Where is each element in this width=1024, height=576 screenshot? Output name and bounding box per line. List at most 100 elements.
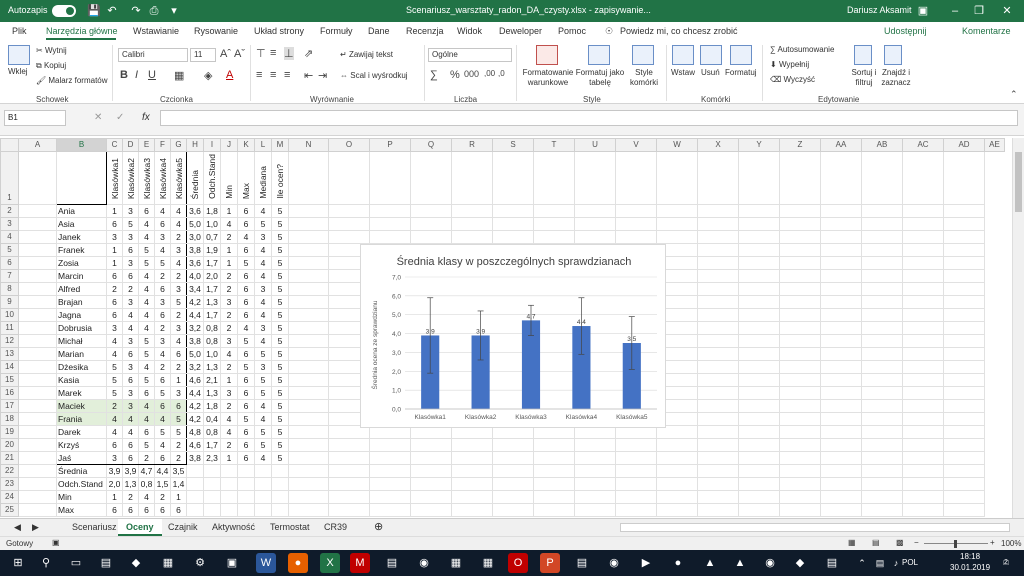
cell[interactable]: [779, 281, 821, 296]
sheet-tab-oceny[interactable]: Oceny: [118, 519, 162, 536]
cell[interactable]: [820, 281, 862, 296]
grade-cell[interactable]: 1: [106, 255, 123, 270]
cell[interactable]: [451, 476, 493, 491]
column-header[interactable]: K: [237, 138, 255, 152]
find-select-icon[interactable]: [884, 45, 902, 65]
column-label-cell[interactable]: Max: [237, 151, 255, 205]
grade-cell[interactable]: 5: [254, 346, 272, 361]
format-painter-button[interactable]: 🖌 Malarz formatów: [36, 76, 108, 85]
grade-cell[interactable]: 5: [138, 242, 155, 257]
grade-cell[interactable]: 5: [271, 385, 289, 400]
cell[interactable]: [369, 463, 411, 478]
search-icon[interactable]: ⚲: [36, 553, 56, 573]
next-sheet-icon[interactable]: ▶: [32, 519, 39, 536]
cell[interactable]: [861, 307, 903, 322]
cell[interactable]: [615, 463, 657, 478]
summary-cell[interactable]: [220, 502, 238, 517]
grade-cell[interactable]: 6: [106, 437, 123, 452]
cell[interactable]: [943, 372, 985, 387]
grade-cell[interactable]: 4,8: [186, 424, 204, 439]
cell[interactable]: [288, 216, 329, 231]
cell[interactable]: [533, 450, 575, 465]
cell[interactable]: [18, 333, 57, 348]
grade-cell[interactable]: 6: [237, 437, 255, 452]
tab-file[interactable]: Plik: [12, 26, 27, 36]
cell[interactable]: [656, 463, 698, 478]
borders-icon[interactable]: ▦: [174, 69, 184, 82]
cell[interactable]: [656, 151, 698, 205]
summary-cell[interactable]: 4,4: [154, 463, 171, 478]
student-name[interactable]: Marek: [56, 385, 107, 400]
app-icon-7[interactable]: ◉: [604, 553, 624, 573]
cell[interactable]: [861, 398, 903, 413]
grade-cell[interactable]: 0,4: [203, 411, 221, 426]
tab-draw[interactable]: Rysowanie: [194, 26, 238, 36]
cell[interactable]: [820, 476, 862, 491]
cell-b1-selected[interactable]: [56, 151, 107, 205]
grade-cell[interactable]: 4,6: [186, 372, 204, 387]
grade-cell[interactable]: 5: [271, 242, 289, 257]
app-icon-4[interactable]: ▦: [446, 553, 466, 573]
cell[interactable]: [820, 424, 862, 439]
cell[interactable]: [288, 437, 329, 452]
cell[interactable]: [820, 411, 862, 426]
cell[interactable]: [861, 359, 903, 374]
grade-cell[interactable]: 3,8: [186, 450, 204, 465]
grade-cell[interactable]: 5: [138, 346, 155, 361]
grade-cell[interactable]: 2: [170, 359, 187, 374]
grade-cell[interactable]: 3: [122, 203, 139, 218]
cell[interactable]: [943, 294, 985, 309]
cell[interactable]: [943, 437, 985, 452]
cell[interactable]: [902, 424, 944, 439]
cell[interactable]: [533, 489, 575, 504]
app-icon-6[interactable]: ▤: [572, 553, 592, 573]
cell[interactable]: [779, 489, 821, 504]
grade-cell[interactable]: 3: [170, 320, 187, 335]
cell[interactable]: [533, 229, 575, 244]
delete-cells-button[interactable]: Usuń: [701, 68, 720, 77]
grade-cell[interactable]: 4: [170, 333, 187, 348]
cell[interactable]: [943, 476, 985, 491]
grade-cell[interactable]: 4: [106, 424, 123, 439]
cell[interactable]: [738, 398, 780, 413]
grade-cell[interactable]: 6: [138, 385, 155, 400]
cell[interactable]: [738, 320, 780, 335]
tab-insert[interactable]: Wstawianie: [133, 26, 179, 36]
grade-cell[interactable]: 4: [138, 281, 155, 296]
decrease-indent-icon[interactable]: ⇤: [304, 69, 313, 82]
cancel-icon[interactable]: ✕: [94, 112, 102, 123]
cell[interactable]: [943, 502, 985, 517]
column-label-cell[interactable]: Ile ocen?: [271, 151, 289, 205]
cell[interactable]: [902, 255, 944, 270]
cell[interactable]: [288, 372, 329, 387]
cell[interactable]: [369, 502, 411, 517]
tab-view[interactable]: Widok: [457, 26, 482, 36]
insert-cells-icon[interactable]: [672, 45, 694, 65]
cell-styles-button[interactable]: Style komórki: [624, 68, 664, 88]
column-label-cell[interactable]: Klasówka5: [170, 151, 187, 205]
grade-cell[interactable]: 3: [122, 229, 139, 244]
summary-cell[interactable]: [237, 502, 255, 517]
cell[interactable]: [861, 424, 903, 439]
cell[interactable]: [288, 268, 329, 283]
cell[interactable]: [656, 229, 698, 244]
close-icon[interactable]: ✕: [990, 0, 1024, 22]
grade-cell[interactable]: 6: [122, 372, 139, 387]
grade-cell[interactable]: 6: [237, 268, 255, 283]
underline-icon[interactable]: U: [148, 69, 156, 81]
cell[interactable]: [902, 372, 944, 387]
cell[interactable]: [779, 450, 821, 465]
cell[interactable]: [697, 424, 739, 439]
word-icon[interactable]: W: [256, 553, 276, 573]
grade-cell[interactable]: 6: [237, 242, 255, 257]
cell[interactable]: [820, 385, 862, 400]
grade-cell[interactable]: 6: [154, 216, 171, 231]
cell[interactable]: [656, 203, 698, 218]
summary-cell[interactable]: [203, 502, 221, 517]
student-name[interactable]: Darek: [56, 424, 107, 439]
column-header[interactable]: L: [254, 138, 272, 152]
copy-button[interactable]: ⧉ Kopiuj: [36, 61, 66, 71]
summary-label[interactable]: Odch.Stand: [56, 476, 107, 491]
grade-cell[interactable]: 5: [254, 372, 272, 387]
cell[interactable]: [861, 489, 903, 504]
